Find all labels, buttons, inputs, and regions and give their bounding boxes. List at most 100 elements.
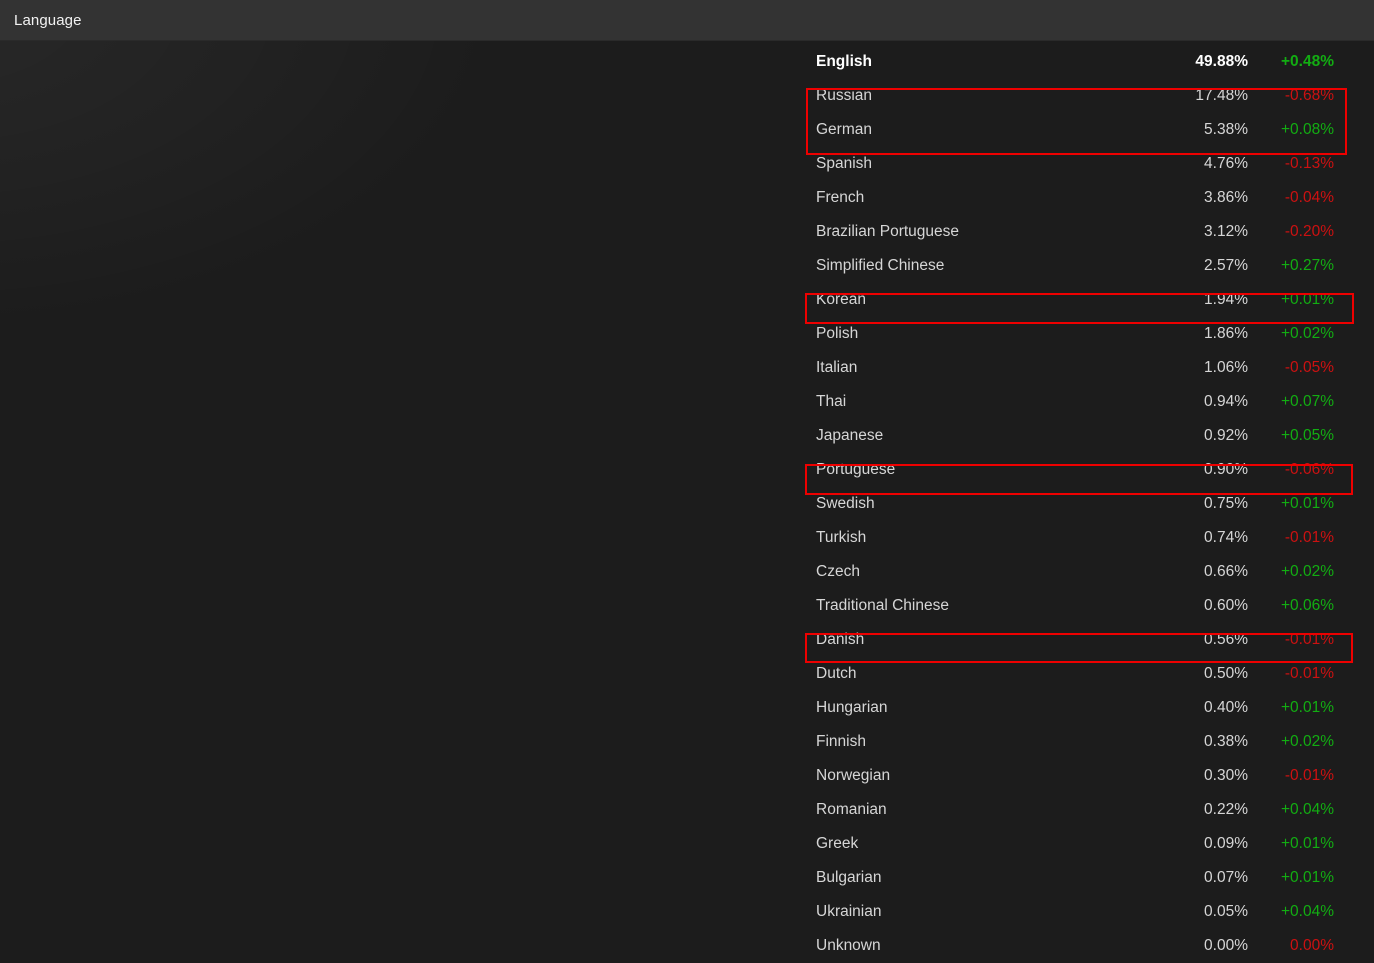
table-row[interactable]: Turkish 0.74% -0.01%: [808, 521, 1356, 555]
language-name: Norwegian: [816, 767, 891, 784]
table-row[interactable]: Czech 0.66% +0.02%: [808, 555, 1356, 589]
language-name: French: [816, 189, 865, 206]
table-row[interactable]: Portuguese 0.90% -0.06%: [808, 453, 1356, 487]
language-share: 2.57%: [1204, 257, 1248, 274]
language-change: +0.01%: [1280, 835, 1334, 852]
language-change: +0.04%: [1280, 801, 1334, 818]
language-share: 0.75%: [1204, 495, 1248, 512]
language-change: +0.48%: [1280, 53, 1334, 70]
language-name: Japanese: [816, 427, 884, 444]
table-row[interactable]: Spanish 4.76% -0.13%: [808, 147, 1356, 181]
language-share: 0.90%: [1204, 461, 1248, 478]
language-name: Czech: [816, 563, 860, 580]
language-change: +0.02%: [1280, 325, 1334, 342]
language-change: -0.13%: [1284, 155, 1334, 172]
language-share: 1.94%: [1204, 291, 1248, 308]
language-name: Traditional Chinese: [816, 597, 949, 614]
language-change: 0.00%: [1290, 937, 1334, 954]
language-change: -0.01%: [1284, 767, 1334, 784]
language-name: Korean: [816, 291, 866, 308]
table-row[interactable]: Ukrainian 0.05% +0.04%: [808, 895, 1356, 929]
language-share: 0.74%: [1204, 529, 1248, 546]
language-name: English: [816, 53, 872, 70]
language-name: Dutch: [816, 665, 857, 682]
table-row[interactable]: French 3.86% -0.04%: [808, 181, 1356, 215]
table-row[interactable]: Dutch 0.50% -0.01%: [808, 657, 1356, 691]
language-name: Spanish: [816, 155, 873, 172]
table-row[interactable]: Swedish 0.75% +0.01%: [808, 487, 1356, 521]
language-share: 0.30%: [1204, 767, 1248, 784]
table-row[interactable]: Simplified Chinese 2.57% +0.27%: [808, 249, 1356, 283]
language-name: Brazilian Portuguese: [816, 223, 960, 240]
table-row[interactable]: English 49.88% +0.48%: [808, 45, 1356, 79]
language-stats-window: Language English 49.88% +0.48% Russian 17.48…: [0, 0, 1374, 963]
language-name: Turkish: [816, 529, 867, 546]
language-change: -0.04%: [1284, 189, 1334, 206]
language-name: Swedish: [816, 495, 875, 512]
language-share: 0.92%: [1204, 427, 1248, 444]
table-row[interactable]: Japanese 0.92% +0.05%: [808, 419, 1356, 453]
language-share: 0.05%: [1204, 903, 1248, 920]
page-title: Language: [14, 12, 82, 29]
table-row[interactable]: Bulgarian 0.07% +0.01%: [808, 861, 1356, 895]
language-change: +0.02%: [1280, 563, 1334, 580]
language-name: Russian: [816, 87, 872, 104]
table-row[interactable]: Polish 1.86% +0.02%: [808, 317, 1356, 351]
language-change: +0.04%: [1280, 903, 1334, 920]
language-share: 0.50%: [1204, 665, 1248, 682]
language-share: 0.56%: [1204, 631, 1248, 648]
language-share: 1.86%: [1204, 325, 1248, 342]
language-change: -0.01%: [1284, 665, 1334, 682]
language-change: -0.06%: [1284, 461, 1334, 478]
language-change: -0.01%: [1284, 529, 1334, 546]
language-name: German: [816, 121, 872, 138]
table-row[interactable]: German 5.38% +0.08%: [808, 113, 1356, 147]
language-name: Romanian: [816, 801, 887, 818]
language-change: +0.02%: [1280, 733, 1334, 750]
language-share: 17.48%: [1195, 87, 1248, 104]
table-row[interactable]: Italian 1.06% -0.05%: [808, 351, 1356, 385]
language-share-table: English 49.88% +0.48% Russian 17.48% -0.68% Ge…: [808, 45, 1356, 963]
table-row[interactable]: Unknown 0.00% 0.00%: [808, 929, 1356, 963]
language-share: 4.76%: [1204, 155, 1248, 172]
table-row[interactable]: Norwegian 0.30% -0.01%: [808, 759, 1356, 793]
language-change: +0.01%: [1280, 869, 1334, 886]
table-row[interactable]: Finnish 0.38% +0.02%: [808, 725, 1356, 759]
language-share: 0.40%: [1204, 699, 1248, 716]
table-row[interactable]: Hungarian 0.40% +0.01%: [808, 691, 1356, 725]
language-change: +0.07%: [1280, 393, 1334, 410]
language-share: 0.00%: [1204, 937, 1248, 954]
language-share: 0.94%: [1204, 393, 1248, 410]
language-share: 0.07%: [1204, 869, 1248, 886]
language-name: Bulgarian: [816, 869, 882, 886]
table-row[interactable]: Traditional Chinese 0.60% +0.06%: [808, 589, 1356, 623]
language-change: +0.01%: [1280, 495, 1334, 512]
language-share: 0.38%: [1204, 733, 1248, 750]
language-change: -0.05%: [1284, 359, 1334, 376]
table-row[interactable]: Danish 0.56% -0.01%: [808, 623, 1356, 657]
language-name: Simplified Chinese: [816, 257, 945, 274]
language-share: 49.88%: [1195, 53, 1248, 70]
language-change: -0.68%: [1284, 87, 1334, 104]
language-change: +0.05%: [1280, 427, 1334, 444]
language-share: 5.38%: [1204, 121, 1248, 138]
language-change: -0.20%: [1284, 223, 1334, 240]
language-change: -0.01%: [1284, 631, 1334, 648]
table-row[interactable]: Korean 1.94% +0.01%: [808, 283, 1356, 317]
table-row[interactable]: Brazilian Portuguese 3.12% -0.20%: [808, 215, 1356, 249]
language-name: Italian: [816, 359, 858, 376]
language-name: Danish: [816, 631, 865, 648]
language-share: 0.09%: [1204, 835, 1248, 852]
table-row[interactable]: Russian 17.48% -0.68%: [808, 79, 1356, 113]
language-change: +0.01%: [1280, 699, 1334, 716]
table-row[interactable]: Romanian 0.22% +0.04%: [808, 793, 1356, 827]
table-row[interactable]: Greek 0.09% +0.01%: [808, 827, 1356, 861]
table-row[interactable]: Thai 0.94% +0.07%: [808, 385, 1356, 419]
language-name: Polish: [816, 325, 859, 342]
language-name: Portuguese: [816, 461, 896, 478]
language-change: +0.01%: [1280, 291, 1334, 308]
language-share: 3.86%: [1204, 189, 1248, 206]
language-change: +0.08%: [1280, 121, 1334, 138]
language-share: 0.66%: [1204, 563, 1248, 580]
language-name: Hungarian: [816, 699, 888, 716]
